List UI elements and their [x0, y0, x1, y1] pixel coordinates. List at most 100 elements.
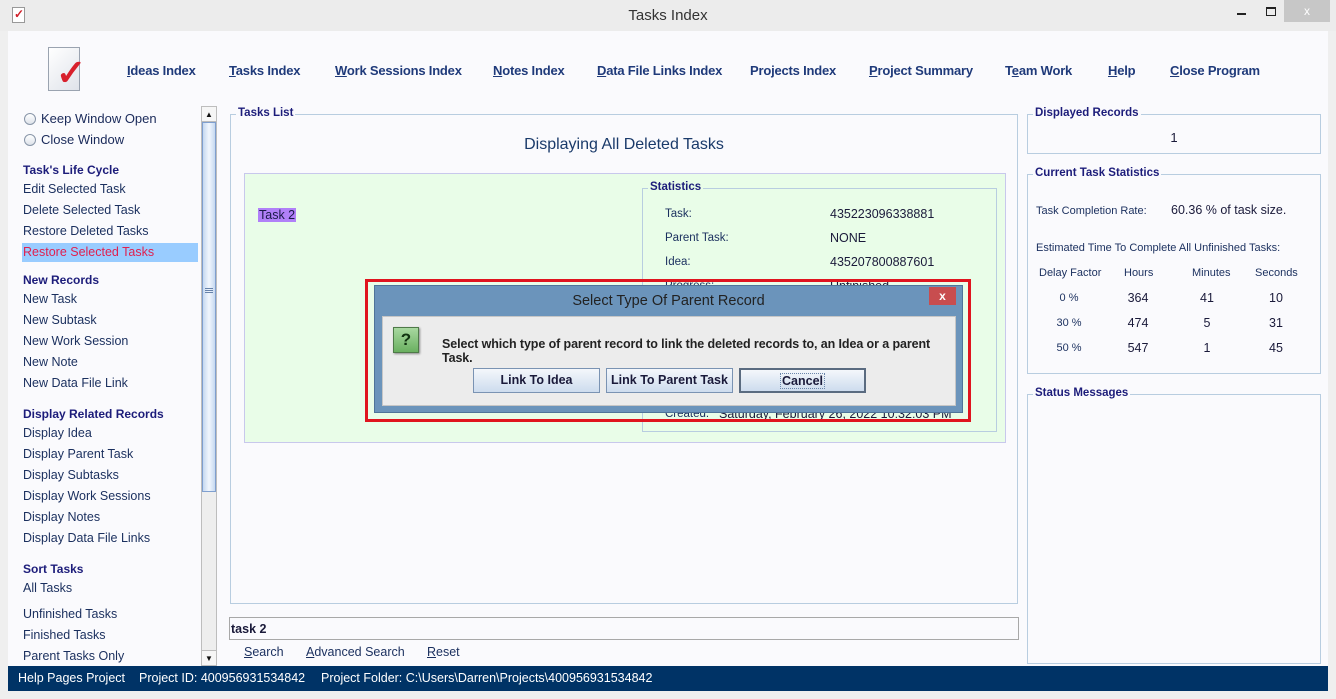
completion-rate-label: Task Completion Rate:	[1036, 205, 1147, 217]
mnemonic: T	[229, 63, 236, 78]
cancel-button[interactable]: Cancel	[739, 368, 866, 393]
task-name[interactable]: Task 2	[258, 208, 297, 222]
stat-value-idea: 435207800887601	[830, 255, 935, 269]
status-messages-panel: Status Messages	[1027, 387, 1321, 664]
status-messages-legend: Status Messages	[1033, 387, 1131, 399]
sidebar-item-display-idea[interactable]: Display Idea	[23, 426, 92, 440]
radio-icon	[24, 133, 36, 146]
current-task-statistics-legend: Current Task Statistics	[1033, 167, 1162, 179]
menu-help[interactable]: Help	[1108, 63, 1136, 78]
mnemonic: C	[1170, 63, 1180, 78]
menu-label-rest: ork Sessions Index	[346, 63, 462, 78]
sidebar-item-unfinished-tasks[interactable]: Unfinished Tasks	[23, 607, 117, 621]
sidebar-item-new-task[interactable]: New Task	[23, 292, 77, 306]
search-link[interactable]: Search	[244, 645, 284, 659]
status-project-name: Help Pages Project	[18, 671, 126, 685]
sidebar-item-display-data-file-links[interactable]: Display Data File Links	[23, 531, 150, 545]
sidebar-item-all-tasks[interactable]: All Tasks	[23, 581, 72, 595]
col-minutes: Minutes	[1192, 267, 1231, 279]
list-heading: Displaying All Deleted Tasks	[524, 136, 724, 153]
menu-label-rest: lose Program	[1179, 63, 1260, 78]
menu-label-rest: roject Summary	[877, 63, 973, 78]
scroll-down-arrow-icon[interactable]: ▼	[202, 650, 216, 665]
sidebar-item-display-parent-task[interactable]: Display Parent Task	[23, 447, 133, 461]
mnemonic: R	[427, 645, 437, 659]
sidebar-scrollbar[interactable]: ▲ ▼	[201, 106, 217, 666]
statistics-legend: Statistics	[648, 181, 704, 193]
link-to-idea-button[interactable]: Link To Idea	[473, 368, 600, 393]
cell-minutes: 5	[1203, 316, 1211, 330]
menu-projects-index[interactable]: Projects Index	[750, 63, 836, 78]
sidebar-item-new-work-session[interactable]: New Work Session	[23, 334, 128, 348]
sidebar-item-new-note[interactable]: New Note	[23, 355, 78, 369]
sidebar-item-new-subtask[interactable]: New Subtask	[23, 313, 97, 327]
sidebar-item-restore-deleted-tasks[interactable]: Restore Deleted Tasks	[23, 224, 149, 238]
mnemonic: H	[1108, 63, 1118, 78]
minimize-button[interactable]	[1226, 0, 1256, 22]
link-to-parent-task-button[interactable]: Link To Parent Task	[606, 368, 733, 393]
radio-close-window[interactable]: Close Window	[24, 132, 124, 147]
cell-delay: 30 %	[1056, 317, 1082, 329]
cell-delay: 50 %	[1056, 342, 1082, 354]
menu-label-rest: otes Index	[502, 63, 565, 78]
stat-label-task: Task:	[665, 208, 692, 220]
mnemonic: D	[597, 63, 607, 78]
title-bar: Tasks Index x	[0, 0, 1336, 31]
status-bar: Help Pages Project Project ID: 400956931…	[8, 666, 1328, 691]
sidebar-item-display-work-sessions[interactable]: Display Work Sessions	[23, 489, 151, 503]
section-heading-display-related: Display Related Records	[23, 407, 164, 421]
sidebar-item-display-notes[interactable]: Display Notes	[23, 510, 100, 524]
menu-tasks-index[interactable]: Tasks Index	[229, 63, 300, 78]
stat-label-parent-task: Parent Task:	[665, 232, 729, 244]
mnemonic: e	[1011, 63, 1019, 78]
select-parent-record-dialog: Select Type Of Parent Record x ? Select …	[374, 285, 963, 413]
reset-link[interactable]: Reset	[427, 645, 460, 659]
advanced-search-link[interactable]: Advanced Search	[306, 645, 405, 659]
dialog-message: Select which type of parent record to li…	[442, 337, 931, 365]
displayed-records-count: 1	[1170, 130, 1178, 145]
scroll-up-arrow-icon[interactable]: ▲	[202, 107, 216, 122]
sidebar-item-new-data-file-link[interactable]: New Data File Link	[23, 376, 128, 390]
radio-label: Close Window	[41, 132, 125, 147]
question-icon: ?	[393, 327, 419, 353]
dialog-title: Select Type Of Parent Record	[572, 293, 765, 309]
tasks-list-legend: Tasks List	[236, 107, 296, 119]
menu-label-rest: ata File Links Index	[606, 63, 723, 78]
sidebar-item-display-subtasks[interactable]: Display Subtasks	[23, 468, 119, 482]
cell-seconds: 45	[1269, 341, 1283, 355]
radio-icon	[24, 112, 36, 125]
status-project-id: Project ID: 400956931534842	[139, 671, 306, 685]
col-delay-factor: Delay Factor	[1039, 267, 1102, 279]
current-task-statistics-panel: Current Task Statistics Task Completion …	[1027, 167, 1321, 374]
sidebar-item-delete-selected-task[interactable]: Delete Selected Task	[23, 203, 140, 217]
menu-project-summary[interactable]: Project Summary	[869, 63, 973, 78]
status-project-folder: Project Folder: C:\Users\Darren\Projects…	[321, 671, 653, 685]
mnemonic: N	[493, 63, 503, 78]
sidebar-item-restore-selected-tasks[interactable]: Restore Selected Tasks	[22, 243, 198, 262]
cell-hours: 364	[1127, 291, 1149, 305]
menu-data-file-links-index[interactable]: Data File Links Index	[597, 63, 722, 78]
dialog-body: ? Select which type of parent record to …	[382, 316, 956, 406]
sidebar-item-edit-selected-task[interactable]: Edit Selected Task	[23, 182, 126, 196]
menu-label-rest: T	[1005, 63, 1012, 78]
displayed-records-panel: Displayed Records 1	[1027, 107, 1321, 154]
menu-label-rest: elp	[1117, 63, 1136, 78]
scrollbar-thumb[interactable]	[202, 122, 216, 492]
completion-rate-value: 60.36 % of task size.	[1171, 203, 1287, 217]
cell-seconds: 10	[1269, 291, 1283, 305]
dialog-close-button[interactable]: x	[929, 287, 956, 305]
mnemonic: W	[335, 63, 347, 78]
sidebar-item-finished-tasks[interactable]: Finished Tasks	[23, 628, 105, 642]
menu-work-sessions-index[interactable]: Work Sessions Index	[335, 63, 462, 78]
radio-keep-window-open[interactable]: Keep Window Open	[24, 111, 157, 126]
menu-notes-index[interactable]: Notes Index	[493, 63, 565, 78]
maximize-button[interactable]	[1256, 0, 1286, 22]
menu-close-program[interactable]: Close Program	[1170, 63, 1260, 78]
menu-team-work[interactable]: Team Work	[1005, 63, 1072, 78]
search-input[interactable]	[229, 617, 1019, 640]
cell-hours: 547	[1127, 341, 1149, 355]
app-logo: ✓	[44, 47, 88, 95]
menu-ideas-index[interactable]: Ideas Index	[127, 63, 196, 78]
sidebar-item-parent-tasks-only[interactable]: Parent Tasks Only	[23, 649, 124, 663]
window-close-button[interactable]: x	[1284, 0, 1330, 22]
